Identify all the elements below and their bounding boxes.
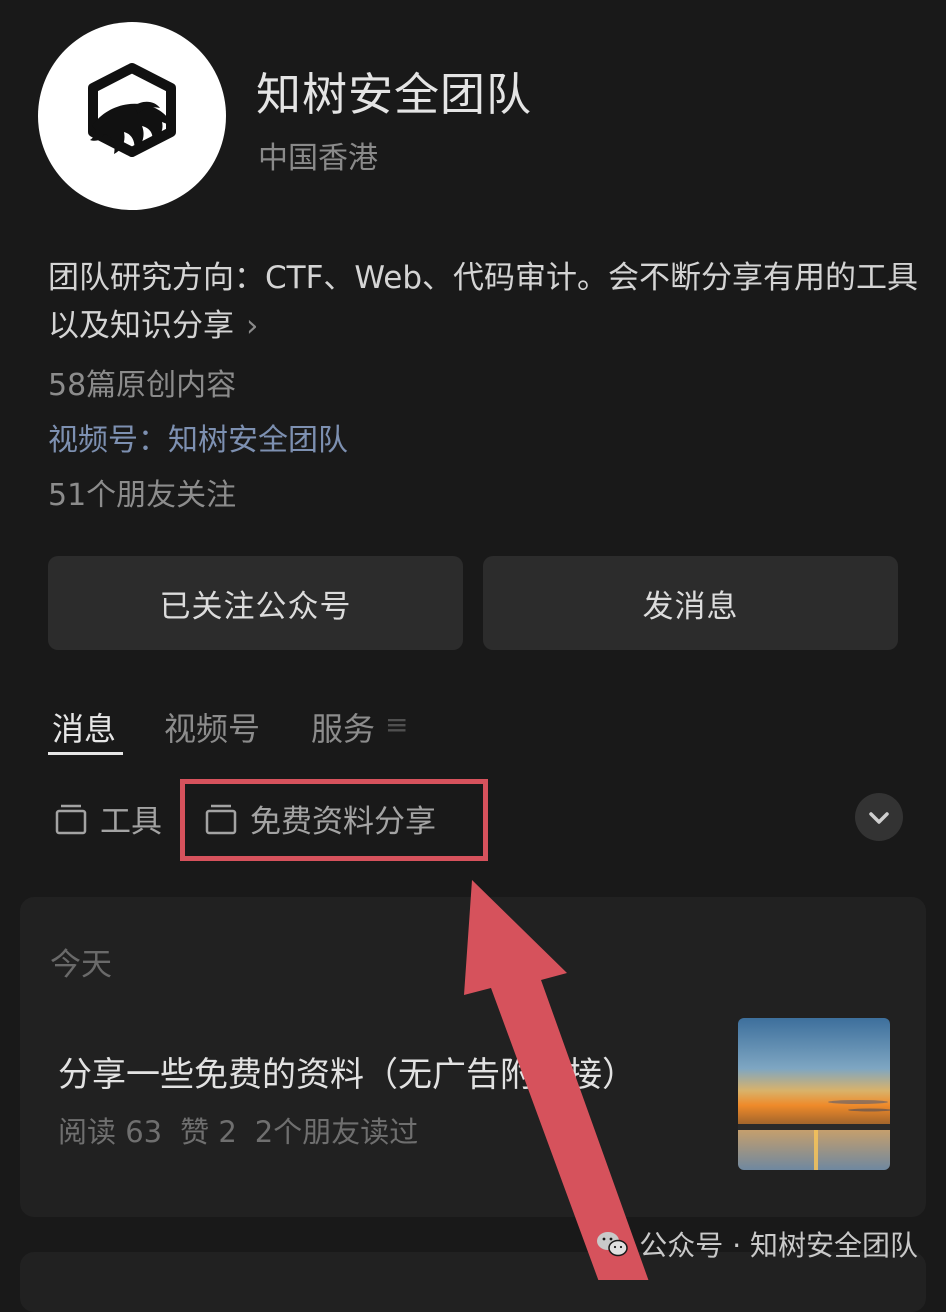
- article-friends-read: 2个朋友读过: [254, 1115, 419, 1149]
- article-likes: 赞 2: [180, 1115, 237, 1149]
- send-message-button[interactable]: 发消息: [483, 556, 898, 650]
- account-location: 中国香港: [258, 141, 378, 176]
- article-stats: 阅读 63 赞 2 2个朋友读过: [58, 1109, 436, 1151]
- account-intro[interactable]: 团队研究方向：CTF、Web、代码审计。会不断分享有用的工具以及知识分享 ›: [48, 254, 918, 350]
- original-content-count[interactable]: 58篇原创内容: [48, 360, 236, 404]
- active-tab-indicator: [48, 752, 123, 755]
- chevron-down-icon: [869, 812, 889, 824]
- friends-following[interactable]: 51个朋友关注: [48, 470, 236, 514]
- article-thumbnail[interactable]: [738, 1018, 890, 1170]
- wechat-icon: [597, 1232, 629, 1257]
- eagle-hexagon-logo-icon: [88, 63, 176, 157]
- article-title[interactable]: 分享一些免费的资料（无广告附链接）: [58, 1047, 636, 1096]
- sunset-image: [738, 1018, 890, 1170]
- account-avatar[interactable]: [38, 22, 226, 210]
- tab-channels[interactable]: 视频号: [164, 704, 260, 750]
- chevron-right-icon: ›: [246, 308, 259, 344]
- article-reads: 阅读 63: [58, 1115, 163, 1149]
- channels-name: 知树安全团队: [168, 423, 348, 458]
- message-card: 今天 分享一些免费的资料（无广告附链接） 阅读 63 赞 2 2个朋友读过: [20, 897, 926, 1217]
- highlight-box: [180, 779, 488, 861]
- channels-link[interactable]: 视频号：知树安全团队: [48, 415, 348, 459]
- channels-label: 视频号：: [48, 423, 168, 458]
- tab-services[interactable]: 服务: [311, 704, 375, 750]
- collection-tools-label: 工具: [100, 804, 162, 840]
- menu-lines-icon[interactable]: ≡: [385, 708, 408, 741]
- collection-tools[interactable]: 工具: [54, 796, 162, 841]
- collection-icon: [55, 804, 87, 834]
- date-label: 今天: [50, 947, 112, 983]
- account-name: 知树安全团队: [256, 68, 533, 121]
- watermark-text: 公众号 · 知树安全团队: [639, 1229, 918, 1262]
- tab-messages[interactable]: 消息: [52, 704, 116, 750]
- expand-collections-button[interactable]: [855, 793, 903, 841]
- followed-account-button[interactable]: 已关注公众号: [48, 556, 463, 650]
- account-intro-text: 团队研究方向：CTF、Web、代码审计。会不断分享有用的工具以及知识分享: [48, 260, 918, 344]
- watermark: 公众号 · 知树安全团队: [595, 1224, 918, 1264]
